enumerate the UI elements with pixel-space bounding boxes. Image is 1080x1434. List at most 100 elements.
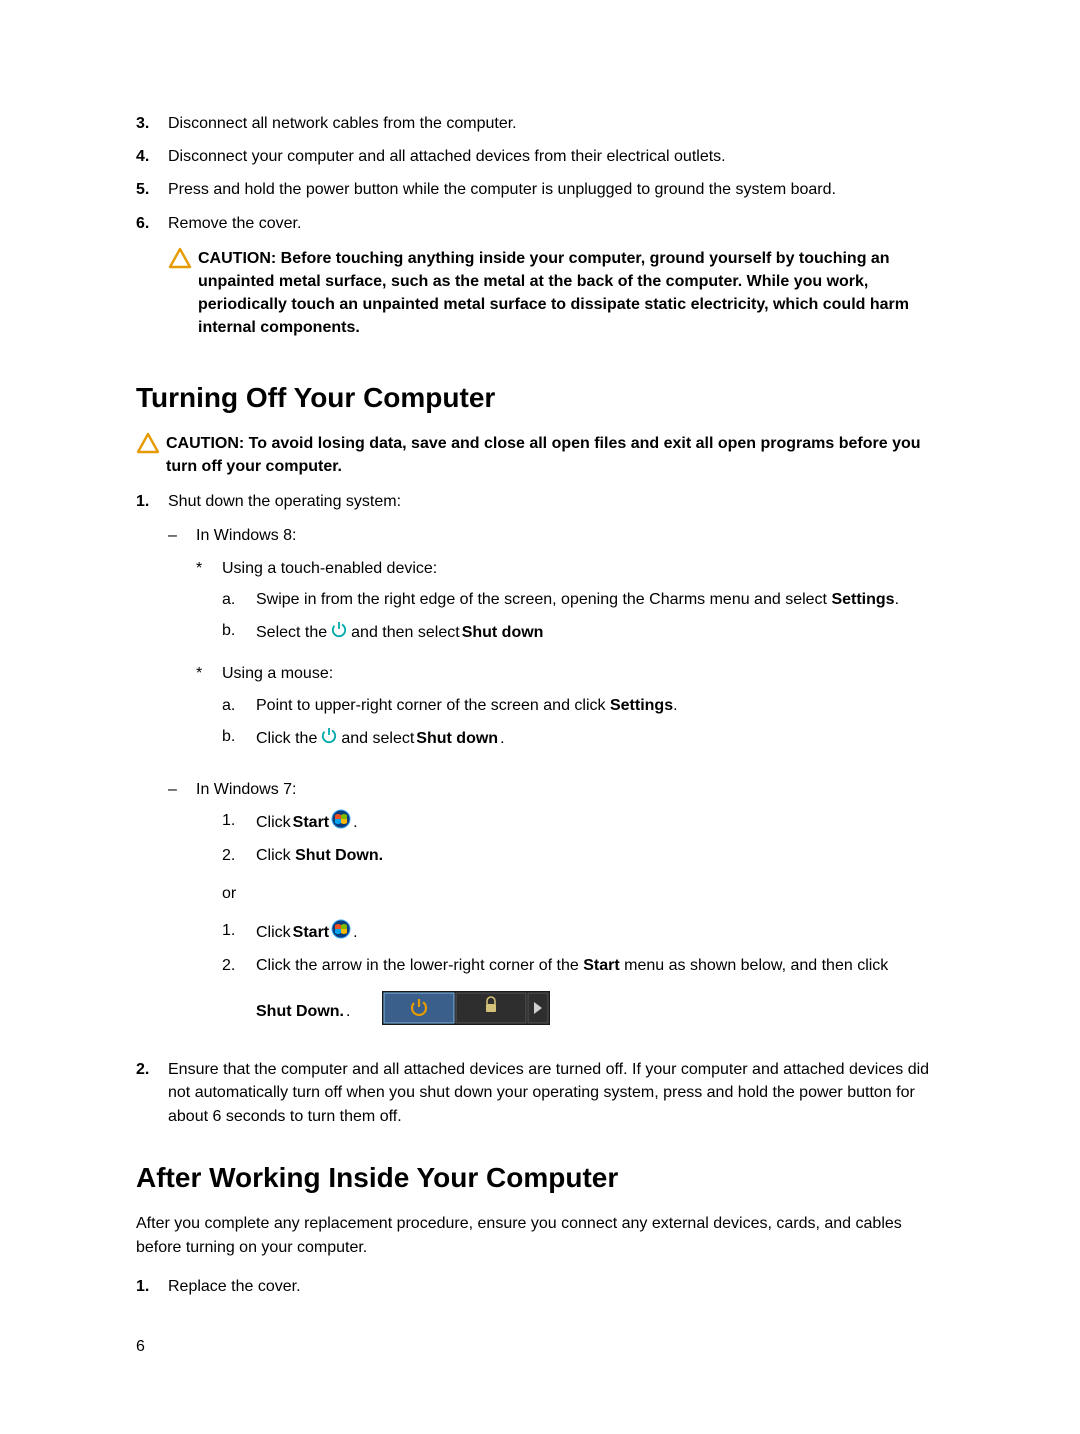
shutdown-buttons-image	[382, 991, 550, 1032]
text-part: and select	[341, 727, 414, 750]
step-body: Remove the cover. CAUTION: Before touchi…	[168, 212, 950, 348]
step-text: Swipe in from the right edge of the scre…	[256, 588, 950, 611]
text-part: Click	[256, 847, 295, 864]
step-text: Shut down the operating system:	[168, 493, 401, 510]
win7-alt-steps: 1. Click Start	[222, 919, 950, 1033]
os-label: In Windows 7:	[196, 781, 296, 798]
text-part: Click	[256, 811, 291, 834]
step-6: 6. Remove the cover. CAUTION: Before tou…	[136, 212, 950, 348]
turnoff-steps: 1. Shut down the operating system: – In …	[136, 490, 950, 1127]
os-windows-7: – In Windows 7: 1. Click Start	[168, 778, 950, 1040]
step-body: Shut down the operating system: – In Win…	[168, 490, 950, 1048]
step-text: Ensure that the computer and all attache…	[168, 1058, 950, 1128]
caution-text: CAUTION: To avoid losing data, save and …	[166, 432, 950, 478]
method-body: Using a mouse: a. Point to upper-right c…	[222, 662, 950, 760]
turnoff-step-1: 1. Shut down the operating system: – In …	[136, 490, 950, 1048]
win7-alt-step-2: 2. Click the arrow in the lower-right co…	[222, 954, 950, 1032]
settings-word: Settings	[831, 591, 894, 608]
step-5: 5. Press and hold the power button while…	[136, 178, 950, 201]
text-part: Swipe in from the right edge of the scre…	[256, 591, 831, 608]
period: .	[353, 811, 357, 834]
win7-alt-step-1: 1. Click Start	[222, 919, 950, 946]
text-part: Click the	[256, 727, 317, 750]
dash-marker: –	[168, 778, 196, 1040]
caution-label: CAUTION:	[198, 250, 281, 267]
caution-body: Before touching anything inside your com…	[198, 250, 909, 337]
start-word: Start	[583, 957, 619, 974]
os-body: In Windows 7: 1. Click Start	[196, 778, 950, 1040]
mouse-step-b: b. Click the	[222, 725, 950, 752]
num-marker: 1.	[222, 809, 256, 836]
touch-step-a: a. Swipe in from the right edge of the s…	[222, 588, 950, 611]
caution-block: CAUTION: To avoid losing data, save and …	[136, 432, 950, 478]
heading-after-working: After Working Inside Your Computer	[136, 1158, 950, 1199]
step-number: 1.	[136, 1275, 168, 1298]
step-text: Click the	[256, 725, 950, 752]
after-steps: 1. Replace the cover.	[136, 1275, 950, 1298]
step-4: 4. Disconnect your computer and all atta…	[136, 145, 950, 168]
method-label: Using a mouse:	[222, 665, 333, 682]
after-intro: After you complete any replacement proce…	[136, 1212, 950, 1258]
text-part: Click	[256, 921, 291, 944]
method-touch: * Using a touch-enabled device: a. Swipe…	[196, 557, 950, 655]
touch-steps: a. Swipe in from the right edge of the s…	[222, 588, 950, 646]
num-marker: 1.	[222, 919, 256, 946]
step-number: 2.	[136, 1058, 168, 1081]
alpha-marker: a.	[222, 694, 256, 717]
touch-step-b: b. Select the	[222, 619, 950, 646]
step-text: Click Start	[256, 919, 950, 946]
step-text: Press and hold the power button while th…	[168, 178, 950, 201]
period: .	[673, 697, 677, 714]
step-number: 4.	[136, 145, 168, 168]
period: .	[346, 1000, 350, 1023]
after-step-1: 1. Replace the cover.	[136, 1275, 950, 1298]
step-number: 6.	[136, 212, 168, 235]
text-part: Select the	[256, 621, 327, 644]
shut-down-word: Shut Down.	[256, 1000, 344, 1023]
win7-steps: 1. Click Start	[222, 809, 950, 867]
text-part: Click the arrow in the lower-right corne…	[256, 957, 583, 974]
step-text: Click Shut Down.	[256, 844, 950, 867]
shut-down-word: Shut Down.	[295, 847, 383, 864]
win7-step-2: 2. Click Shut Down.	[222, 844, 950, 867]
step-number: 3.	[136, 112, 168, 135]
method-mouse: * Using a mouse: a. Point to upper-right…	[196, 662, 950, 760]
dash-marker: –	[168, 524, 196, 768]
step-text: Replace the cover.	[168, 1275, 950, 1298]
period: .	[895, 591, 899, 608]
step-text: Disconnect your computer and all attache…	[168, 145, 950, 168]
caution-icon	[168, 247, 198, 276]
caution-label: CAUTION:	[166, 435, 249, 452]
settings-word: Settings	[610, 697, 673, 714]
step-3: 3. Disconnect all network cables from th…	[136, 112, 950, 135]
step-text: Click Start	[256, 809, 950, 836]
os-list: – In Windows 8: * Using a touch-enabled …	[168, 524, 950, 1041]
method-list: * Using a touch-enabled device: a. Swipe…	[196, 557, 950, 760]
heading-turning-off: Turning Off Your Computer	[136, 378, 950, 419]
text-part: menu as shown below, and then click	[620, 957, 889, 974]
alpha-marker: a.	[222, 588, 256, 611]
or-separator: or	[222, 882, 950, 905]
start-orb-icon	[331, 809, 351, 836]
step-text: Point to upper-right corner of the scree…	[256, 694, 950, 717]
start-orb-icon	[331, 919, 351, 946]
text-part: and then select	[351, 621, 460, 644]
mouse-steps: a. Point to upper-right corner of the sc…	[222, 694, 950, 752]
num-marker: 2.	[222, 844, 256, 867]
caution-block: CAUTION: Before touching anything inside…	[168, 247, 950, 340]
turnoff-step-2: 2. Ensure that the computer and all atta…	[136, 1058, 950, 1128]
start-word: Start	[293, 921, 329, 944]
star-marker: *	[196, 662, 222, 760]
mouse-step-a: a. Point to upper-right corner of the sc…	[222, 694, 950, 717]
step-number: 1.	[136, 490, 168, 513]
power-icon	[319, 725, 339, 752]
alpha-marker: b.	[222, 725, 256, 752]
page: 3. Disconnect all network cables from th…	[0, 0, 1080, 1434]
caution-body: To avoid losing data, save and close all…	[166, 435, 921, 475]
caution-text: CAUTION: Before touching anything inside…	[198, 247, 950, 340]
shut-down-word: Shut down	[416, 727, 498, 750]
period: .	[500, 727, 504, 750]
step-text: Disconnect all network cables from the c…	[168, 112, 950, 135]
win7-step-1: 1. Click Start	[222, 809, 950, 836]
start-word: Start	[293, 811, 329, 834]
